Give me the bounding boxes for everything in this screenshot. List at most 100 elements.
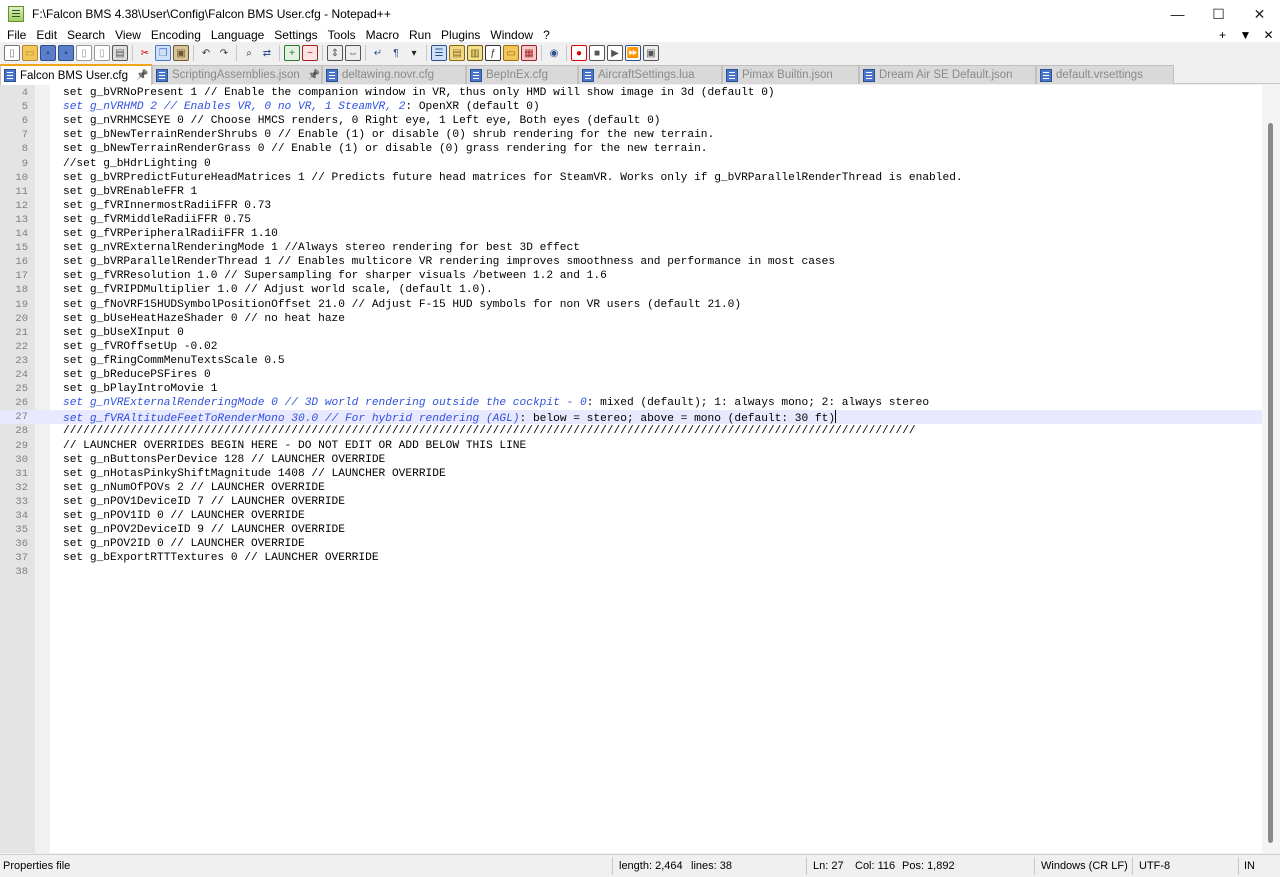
open-file-icon[interactable]: ▭ (22, 45, 38, 61)
indent-guide-icon[interactable]: ☰ (431, 45, 447, 61)
menu-tools[interactable]: Tools (323, 28, 361, 42)
user-language-icon[interactable]: ▤ (449, 45, 465, 61)
code-line[interactable]: 38 (0, 565, 1262, 579)
word-wrap-icon[interactable]: ↵ (370, 45, 386, 61)
zoom-in-icon[interactable]: + (284, 45, 300, 61)
code-line[interactable]: 12 set g_fVRInnermostRadiiFFR 0.73 (0, 199, 1262, 213)
menu-language[interactable]: Language (206, 28, 269, 42)
tab-default-vrsettings[interactable]: default.vrsettings (1036, 65, 1174, 84)
close-document-icon[interactable]: ✕ (1257, 28, 1280, 42)
tab-scriptingassemblies-json[interactable]: ScriptingAssemblies.json 📌 (152, 65, 322, 84)
code-line[interactable]: 21 set g_bUseXInput 0 (0, 326, 1262, 340)
code-line[interactable]: 33 set g_nPOV1DeviceID 7 // LAUNCHER OVER… (0, 495, 1262, 509)
status-eol-format[interactable]: Windows (CR LF) (1041, 860, 1128, 872)
tab-list-dropdown-icon[interactable]: ▼ (1234, 28, 1257, 42)
menu-view[interactable]: View (110, 28, 146, 42)
menu-run[interactable]: Run (404, 28, 436, 42)
notepadpp-app-icon[interactable] (8, 6, 24, 22)
code-line[interactable]: 8 set g_bNewTerrainRenderGrass 0 // Enabl… (0, 142, 1262, 156)
code-line[interactable]: 37 set g_bExportRTTTextures 0 // LAUNCHER… (0, 551, 1262, 565)
close-all-icon[interactable]: ▯ (94, 45, 110, 61)
tab-deltawing-novr-cfg[interactable]: deltawing.novr.cfg (322, 65, 466, 84)
code-line[interactable]: 26 set g_nVRExternalRenderingMode 0 // 3D… (0, 396, 1262, 410)
copy-icon[interactable]: ❐ (155, 45, 171, 61)
code-line[interactable]: 30 set g_nButtonsPerDevice 128 // LAUNCHE… (0, 453, 1262, 467)
code-line[interactable]: 7 set g_bNewTerrainRenderShrubs 0 // Enab… (0, 128, 1262, 142)
code-line[interactable]: 24 set g_bReducePSFires 0 (0, 368, 1262, 382)
code-line[interactable]: 22 set g_fVROffsetUp -0.02 (0, 340, 1262, 354)
maximize-button[interactable]: ☐ (1198, 0, 1239, 28)
code-line[interactable]: 23 set g_fRingCommMenuTextsScale 0.5 (0, 354, 1262, 368)
code-line[interactable]: 35 set g_nPOV2DeviceID 9 // LAUNCHER OVER… (0, 523, 1262, 537)
vertical-scrollbar[interactable] (1262, 85, 1280, 853)
code-line[interactable]: 5 set g_nVRHMD 2 // Enables VR, 0 no VR, … (0, 100, 1262, 114)
undo-icon[interactable]: ↶ (198, 45, 214, 61)
tab-falcon-bms-user-cfg[interactable]: Falcon BMS User.cfg📌✕ (0, 64, 152, 85)
code-line[interactable]: 29 // LAUNCHER OVERRIDES BEGIN HERE - DO … (0, 439, 1262, 453)
tab-dream-air-se-default-json[interactable]: Dream Air SE Default.json (859, 65, 1036, 84)
record-macro-icon[interactable]: ● (571, 45, 587, 61)
code-line[interactable]: 28 //////////////////////////////////////… (0, 424, 1262, 438)
replace-icon[interactable]: ⇄ (259, 45, 275, 61)
code-line[interactable]: 4 set g_bVRNoPresent 1 // Enable the comp… (0, 86, 1262, 100)
code-line[interactable]: 9 //set g_bHdrLighting 0 (0, 157, 1262, 171)
code-line[interactable]: 25 set g_bPlayIntroMovie 1 (0, 382, 1262, 396)
run-macro-multiple-icon[interactable]: ⏩ (625, 45, 641, 61)
zoom-out-icon[interactable]: − (302, 45, 318, 61)
close-window-button[interactable]: ✕ (1239, 0, 1280, 28)
menu-file[interactable]: File (0, 28, 31, 42)
menu-plugins[interactable]: Plugins (436, 28, 485, 42)
tab-bepinex-cfg[interactable]: BepInEx.cfg (466, 65, 578, 84)
document-list-icon[interactable]: ▦ (521, 45, 537, 61)
code-line[interactable]: 31 set g_nHotasPinkyShiftMagnitude 1408 /… (0, 467, 1262, 481)
status-insert-mode[interactable]: IN (1244, 860, 1255, 872)
code-line[interactable]: 17 set g_fVRResolution 1.0 // Supersampli… (0, 269, 1262, 283)
minimize-button[interactable]: — (1157, 0, 1198, 28)
menu-settings[interactable]: Settings (269, 28, 322, 42)
print-icon[interactable]: ▤ (112, 45, 128, 61)
play-macro-icon[interactable]: ▶ (607, 45, 623, 61)
sync-horizontal-icon[interactable]: ⇔ (345, 45, 361, 61)
code-line[interactable]: 16 set g_bVRParallelRenderThread 1 // Ena… (0, 255, 1262, 269)
show-all-chars-icon[interactable]: ¶ (388, 45, 404, 61)
code-line[interactable]: 32 set g_nNumOfPOVs 2 // LAUNCHER OVERRID… (0, 481, 1262, 495)
save-icon[interactable]: ▪ (40, 45, 56, 61)
code-line[interactable]: 18 set g_fVRIPDMultiplier 1.0 // Adjust w… (0, 283, 1262, 297)
menu-encoding[interactable]: Encoding (146, 28, 206, 42)
menu-macro[interactable]: Macro (361, 28, 404, 42)
save-all-icon[interactable]: ▪ (58, 45, 74, 61)
menu-edit[interactable]: Edit (31, 28, 62, 42)
folder-workspace-icon[interactable]: ▭ (503, 45, 519, 61)
new-file-icon[interactable]: ▯ (4, 45, 20, 61)
scrollbar-thumb[interactable] (1268, 123, 1273, 843)
code-line[interactable]: 10 set g_bVRPredictFutureHeadMatrices 1 /… (0, 171, 1262, 185)
code-line[interactable]: 20 set g_bUseHeatHazeShader 0 // no heat … (0, 312, 1262, 326)
menu-help[interactable]: ? (538, 28, 555, 42)
tab-aircraftsettings-lua[interactable]: AircraftSettings.lua (578, 65, 722, 84)
function-list-icon[interactable]: ƒ (485, 45, 501, 61)
code-line[interactable]: 19 set g_fNoVRF15HUDSymbolPositionOffset … (0, 298, 1262, 312)
pin-icon[interactable]: 📌 (308, 70, 320, 81)
code-line[interactable]: 36 set g_nPOV2ID 0 // LAUNCHER OVERRIDE (0, 537, 1262, 551)
redo-icon[interactable]: ↷ (216, 45, 232, 61)
code-line[interactable]: 14 set g_fVRPeripheralRadiiFFR 1.10 (0, 227, 1262, 241)
find-icon[interactable]: ⌕ (241, 45, 257, 61)
code-line[interactable]: 34 set g_nPOV1ID 0 // LAUNCHER OVERRIDE (0, 509, 1262, 523)
code-line[interactable]: 15 set g_nVRExternalRenderingMode 1 //Alw… (0, 241, 1262, 255)
close-file-icon[interactable]: ▯ (76, 45, 92, 61)
doc-map-icon[interactable]: ▥ (467, 45, 483, 61)
menu-window[interactable]: Window (485, 28, 538, 42)
code-line[interactable]: 11 set g_bVREnableFFR 1 (0, 185, 1262, 199)
code-line[interactable]: 27 set g_fVRAltitudeFeetToRenderMono 30.0… (0, 410, 1262, 425)
tab-pimax-builtin-json[interactable]: Pimax Builtin.json (722, 65, 859, 84)
stop-macro-icon[interactable]: ■ (589, 45, 605, 61)
code-line[interactable]: 13 set g_fVRMiddleRadiiFFR 0.75 (0, 213, 1262, 227)
dropdown-icon[interactable]: ▾ (406, 45, 422, 61)
editor-area[interactable]: 4 set g_bVRNoPresent 1 // Enable the comp… (0, 85, 1280, 853)
new-tab-icon[interactable]: + (1211, 28, 1234, 42)
menu-search[interactable]: Search (62, 28, 110, 42)
save-macro-icon[interactable]: ▣ (643, 45, 659, 61)
paste-icon[interactable]: ▣ (173, 45, 189, 61)
sync-vertical-icon[interactable]: ⇕ (327, 45, 343, 61)
monitoring-icon[interactable]: ◉ (546, 45, 562, 61)
